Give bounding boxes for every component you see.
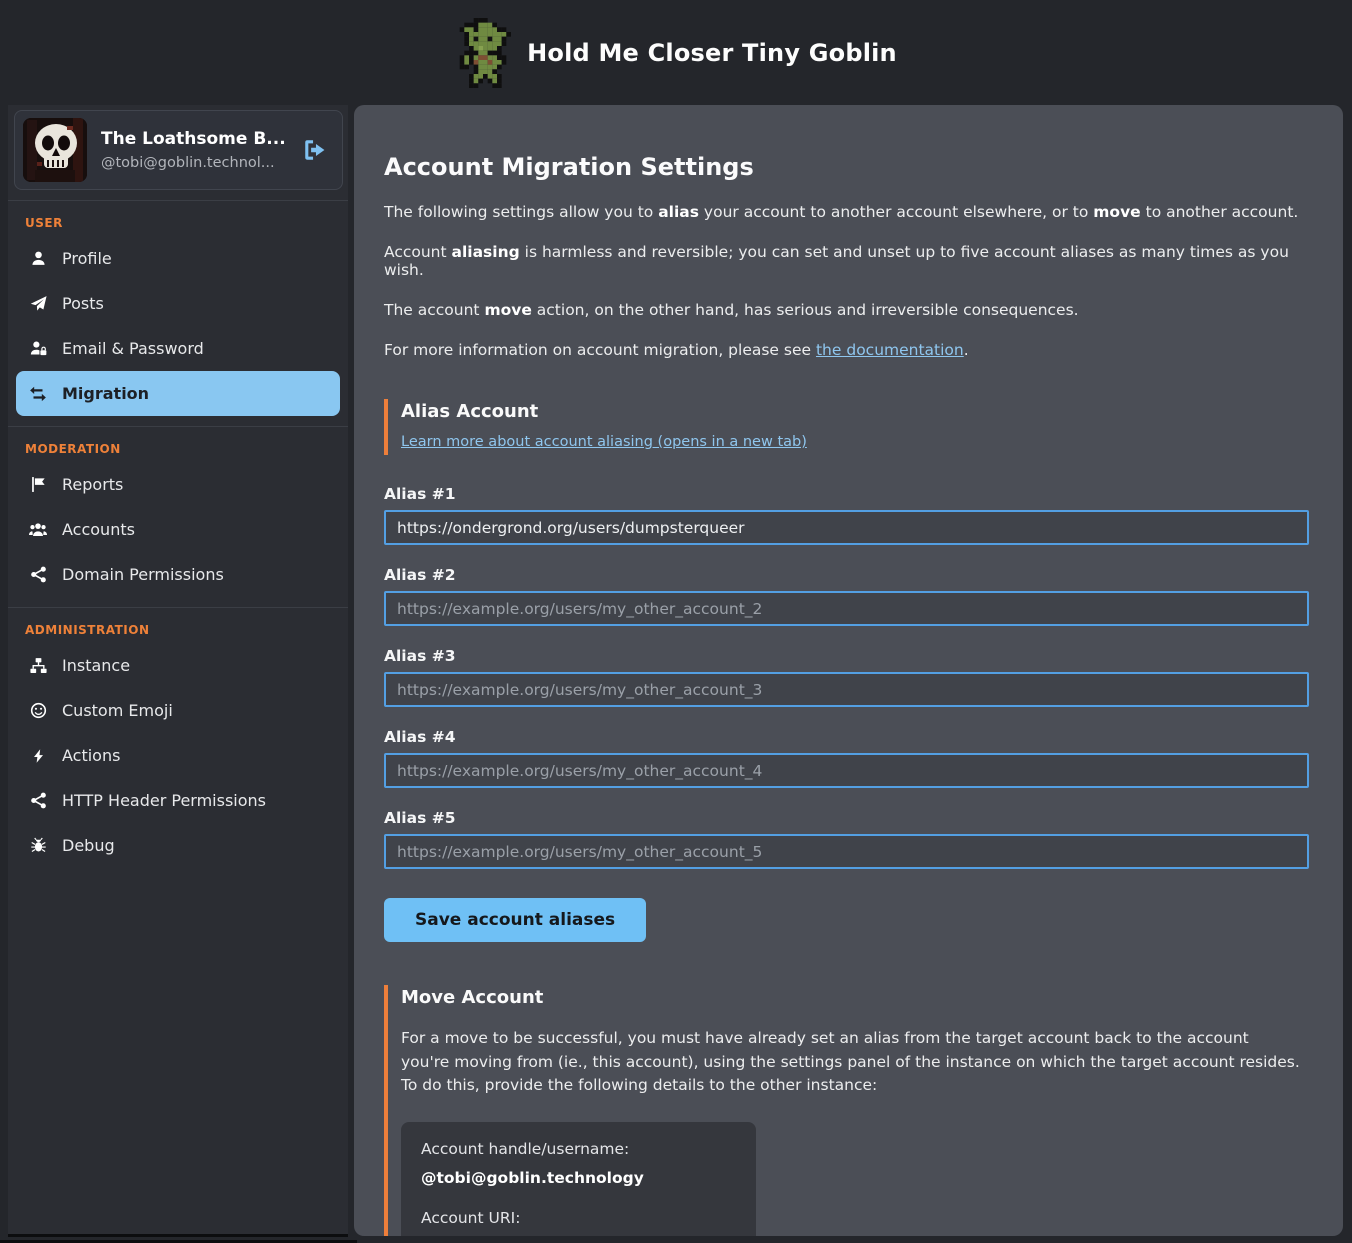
smiley-icon [28,702,48,719]
move-account-heading: Move Account [401,987,1309,1008]
sidebar-item-label: Reports [62,475,123,494]
nav-section-user: USER [25,216,348,230]
sidebar-divider [8,607,348,608]
page-layout: The Loathsome B... @tobi@goblin.technol.… [0,105,1352,1237]
alias-account-heading: Alias Account [401,401,1309,422]
alias-4-input[interactable] [384,753,1309,788]
logout-button[interactable] [298,133,332,167]
sidebar-item-http-header-permissions[interactable]: HTTP Header Permissions [16,778,340,823]
logout-icon [302,137,328,163]
account-details-box: Account handle/username: @tobi@goblin.te… [401,1122,756,1237]
sidebar-item-label: Accounts [62,520,135,539]
goblin-pixel-logo [455,18,511,88]
alias-5-input[interactable] [384,834,1309,869]
user-lock-icon [28,340,48,357]
sidebar-item-email-password[interactable]: Email & Password [16,326,340,371]
instance-title: Hold Me Closer Tiny Goblin [527,39,897,67]
sidebar-item-label: Posts [62,294,104,313]
sidebar-item-posts[interactable]: Posts [16,281,340,326]
sidebar: The Loathsome B... @tobi@goblin.technol.… [8,105,348,1237]
alias-account-section-header: Alias Account Learn more about account a… [384,399,1309,455]
sidebar-item-label: Migration [62,384,149,403]
sidebar-item-accounts[interactable]: Accounts [16,507,340,552]
sidebar-item-custom-emoji[interactable]: Custom Emoji [16,688,340,733]
user-handle: @tobi@goblin.technol... [101,155,284,171]
alias-4-label: Alias #4 [384,728,1309,746]
avatar [23,118,87,182]
flag-icon [28,476,48,493]
account-handle-label: Account handle/username: [421,1140,736,1158]
move-account-description: For a move to be successful, you must ha… [401,1027,1301,1098]
move-account-section: Move Account For a move to be successful… [384,985,1309,1236]
intro-paragraph-4: For more information on account migratio… [384,341,1309,359]
user-meta: The Loathsome B... @tobi@goblin.technol.… [101,129,284,171]
alias-2-label: Alias #2 [384,566,1309,584]
sidebar-item-label: Profile [62,249,112,268]
sidebar-item-migration[interactable]: Migration [16,371,340,416]
alias-form: Alias #1 Alias #2 Alias #3 Alias #4 Alia… [384,485,1309,942]
documentation-link[interactable]: the documentation [816,341,964,359]
user-display-name: The Loathsome B... [101,129,284,149]
sidebar-item-label: Domain Permissions [62,565,224,584]
sidebar-item-label: Custom Emoji [62,701,173,720]
sidebar-item-instance[interactable]: Instance [16,643,340,688]
sidebar-item-label: HTTP Header Permissions [62,791,266,810]
sitemap-icon [28,657,48,674]
alias-5-label: Alias #5 [384,809,1309,827]
alias-3-label: Alias #3 [384,647,1309,665]
sidebar-divider [8,426,348,427]
intro-paragraph-3: The account move action, on the other ha… [384,301,1309,319]
nav-section-moderation: MODERATION [25,442,348,456]
paper-plane-icon [28,295,48,312]
page-title: Account Migration Settings [384,153,1309,181]
alias-2-input[interactable] [384,591,1309,626]
sidebar-item-label: Email & Password [62,339,204,358]
user-card[interactable]: The Loathsome B... @tobi@goblin.technol.… [14,110,343,190]
sidebar-item-profile[interactable]: Profile [16,236,340,281]
intro-paragraph-2: Account aliasing is harmless and reversi… [384,243,1309,279]
main-panel: Account Migration Settings The following… [354,105,1343,1236]
alias-1-label: Alias #1 [384,485,1309,503]
share-nodes-icon [28,792,48,809]
nav-section-administration: ADMINISTRATION [25,623,348,637]
sidebar-item-actions[interactable]: Actions [16,733,340,778]
exchange-arrows-icon [28,385,48,403]
sidebar-item-label: Debug [62,836,115,855]
intro-paragraph-1: The following settings allow you to alia… [384,203,1309,221]
account-uri-label: Account URI: [421,1209,736,1227]
bug-icon [28,837,48,854]
bolt-icon [28,748,48,764]
sidebar-item-reports[interactable]: Reports [16,462,340,507]
save-account-aliases-button[interactable]: Save account aliases [384,898,646,942]
skull-avatar-image [23,118,87,182]
user-icon [28,250,48,267]
users-icon [28,521,48,539]
sidebar-item-domain-permissions[interactable]: Domain Permissions [16,552,340,597]
sidebar-item-label: Instance [62,656,130,675]
sidebar-item-debug[interactable]: Debug [16,823,340,868]
share-nodes-icon [28,566,48,583]
intro-paragraphs: The following settings allow you to alia… [384,203,1309,359]
alias-learn-more-link[interactable]: Learn more about account aliasing (opens… [401,434,807,450]
alias-1-input[interactable] [384,510,1309,545]
sidebar-item-label: Actions [62,746,120,765]
app-header: Hold Me Closer Tiny Goblin [0,0,1352,105]
account-handle-value: @tobi@goblin.technology [421,1169,736,1187]
sidebar-divider [8,200,348,201]
alias-3-input[interactable] [384,672,1309,707]
